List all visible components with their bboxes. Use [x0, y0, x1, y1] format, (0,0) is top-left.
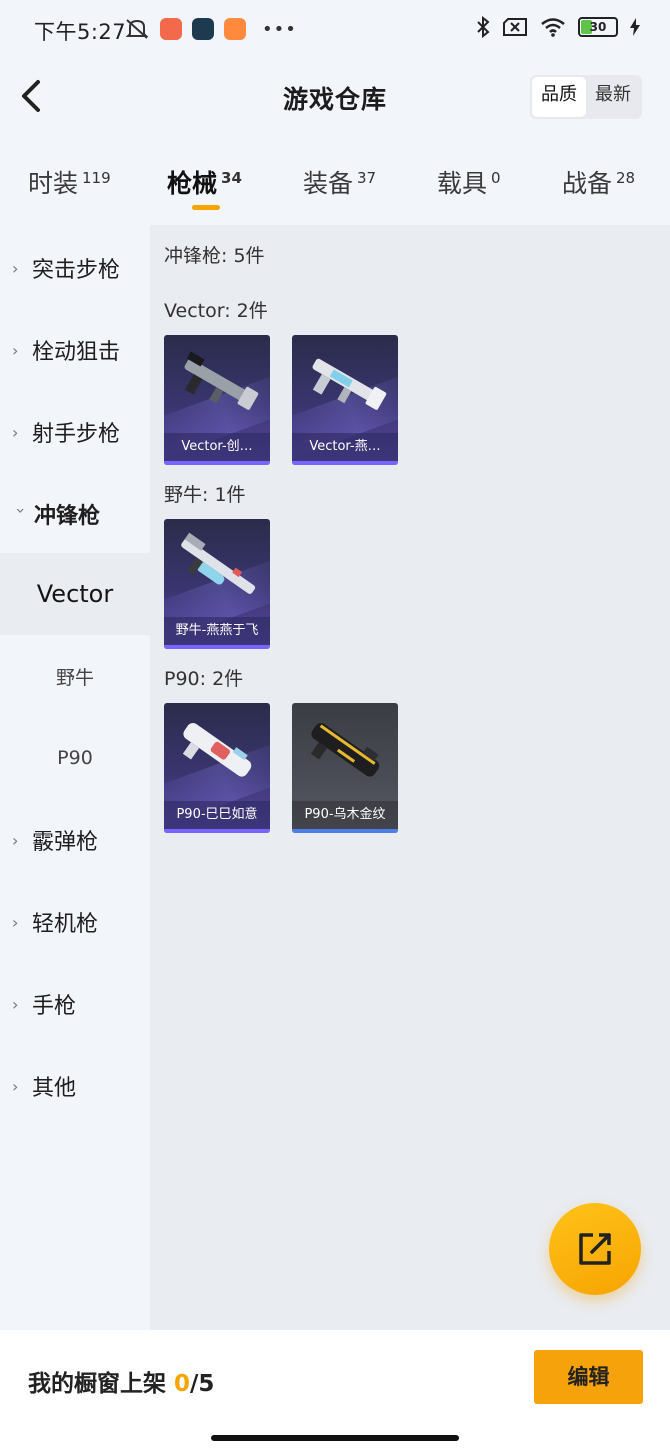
sim-off-icon	[503, 18, 527, 36]
item-name: Vector-创…	[164, 433, 270, 461]
mute-icon	[125, 19, 149, 39]
external-link-icon	[579, 1233, 611, 1265]
rarity-bar	[164, 829, 270, 833]
item-name: Vector-燕…	[292, 433, 398, 461]
sidebar-item-label: 野牛	[55, 666, 94, 689]
sidebar-item-label: 其他	[32, 1076, 77, 1101]
weapon-image	[181, 532, 256, 594]
showcase-total-count: /5	[190, 1371, 215, 1397]
status-bar: 下午5:27 ••• 30	[0, 0, 670, 60]
home-indicator[interactable]	[211, 1435, 459, 1441]
sort-quality-option[interactable]: 品质	[532, 77, 586, 117]
sidebar-item-shotgun[interactable]: › 霰弹枪	[0, 799, 150, 881]
charging-icon	[630, 18, 640, 36]
chevron-right-icon: ›	[12, 422, 19, 442]
tab-label: 时装	[28, 169, 79, 198]
item-card[interactable]: Vector-燕…	[292, 335, 398, 465]
sidebar-item-pistol[interactable]: › 手枪	[0, 963, 150, 1045]
bluetooth-icon	[477, 16, 490, 38]
sidebar-item-other[interactable]: › 其他	[0, 1045, 150, 1127]
chevron-down-icon: ›	[11, 507, 31, 514]
app-red-icon	[160, 18, 182, 40]
showcase-footer: 我的橱窗上架 0/5 编辑	[0, 1330, 670, 1452]
sidebar-item-marksman-rifle[interactable]: › 射手步枪	[0, 391, 150, 473]
item-grid-panel: 冲锋枪: 5件 Vector: 2件 Vector-创… Vector-燕… 野…	[150, 225, 670, 1330]
chevron-right-icon: ›	[12, 1076, 19, 1096]
active-tab-indicator	[192, 205, 220, 210]
weapon-image	[184, 351, 259, 410]
group-title-vector: Vector: 2件	[164, 300, 268, 322]
sort-toggle: 品质 最新	[530, 75, 642, 119]
rarity-bar	[292, 461, 398, 465]
sidebar-item-label: 射手步枪	[32, 422, 121, 447]
weapon-type-sidebar: › 突击步枪 › 栓动狙击 › 射手步枪 › 冲锋枪 Vector 野牛 P90…	[0, 225, 150, 1330]
weapon-image	[182, 722, 252, 777]
item-card[interactable]: 野牛-燕燕于飞	[164, 519, 270, 649]
tab-firearms[interactable]: 枪械 34	[167, 164, 242, 200]
sidebar-item-smg[interactable]: › 冲锋枪	[0, 473, 150, 555]
tab-count: 34	[221, 168, 242, 187]
sidebar-item-bolt-sniper[interactable]: › 栓动狙击	[0, 309, 150, 391]
wifi-icon	[541, 18, 565, 37]
chevron-right-icon: ›	[12, 340, 19, 360]
battery-icon: 30	[578, 17, 618, 37]
sort-newest-option[interactable]: 最新	[586, 77, 640, 117]
tab-supplies[interactable]: 战备 28	[562, 164, 635, 200]
sidebar-item-label: 冲锋枪	[34, 504, 101, 529]
tab-count: 0	[491, 168, 501, 187]
showcase-label: 我的橱窗上架	[28, 1371, 166, 1397]
sidebar-subitem-vector[interactable]: Vector	[0, 553, 150, 635]
item-card[interactable]: P90-巳巳如意	[164, 703, 270, 833]
tab-label: 载具	[437, 169, 488, 198]
item-card[interactable]: P90-乌木金纹	[292, 703, 398, 833]
sidebar-subitem-bizon[interactable]: 野牛	[0, 635, 150, 717]
sidebar-item-label: 突击步枪	[32, 258, 121, 283]
rarity-bar	[164, 645, 270, 649]
item-name: 野牛-燕燕于飞	[164, 617, 270, 645]
tab-fashion[interactable]: 时装 119	[28, 164, 111, 200]
edit-button[interactable]: 编辑	[534, 1350, 643, 1404]
item-name: P90-乌木金纹	[292, 801, 398, 829]
category-title: 冲锋枪: 5件	[164, 245, 265, 267]
group-title-p90: P90: 2件	[164, 668, 244, 690]
showcase-current-count: 0	[174, 1371, 191, 1397]
sidebar-item-label: 栓动狙击	[32, 340, 121, 365]
sidebar-item-label: P90	[57, 747, 93, 769]
item-name: P90-巳巳如意	[164, 801, 270, 829]
sidebar-item-label: 轻机枪	[32, 912, 99, 937]
weapon-image	[312, 358, 387, 410]
sidebar-item-label: 手枪	[32, 994, 77, 1019]
status-time: 下午5:27	[34, 20, 127, 44]
more-dots-icon: •••	[262, 18, 297, 40]
sidebar-item-lmg[interactable]: › 轻机枪	[0, 881, 150, 963]
sidebar-item-label: Vector	[36, 580, 114, 608]
sidebar-subitem-p90[interactable]: P90	[0, 717, 150, 799]
sidebar-item-label: 霰弹枪	[32, 830, 99, 855]
sidebar-item-assault-rifle[interactable]: › 突击步枪	[0, 227, 150, 309]
tab-count: 119	[82, 168, 111, 187]
tab-equipment[interactable]: 装备 37	[303, 164, 376, 200]
app-orange-icon	[224, 18, 246, 40]
weapon-image	[310, 722, 380, 777]
rarity-bar	[292, 829, 398, 833]
tab-label: 枪械	[167, 169, 218, 198]
header: 游戏仓库 品质 最新	[0, 60, 670, 135]
chevron-right-icon: ›	[12, 994, 19, 1014]
chevron-right-icon: ›	[12, 830, 19, 850]
group-title-bizon: 野牛: 1件	[164, 484, 246, 506]
rarity-bar	[164, 461, 270, 465]
tab-vehicles[interactable]: 载具 0	[437, 164, 501, 200]
chevron-right-icon: ›	[12, 258, 19, 278]
tab-count: 28	[616, 168, 636, 187]
showcase-status: 我的橱窗上架 0/5	[28, 1364, 214, 1398]
share-fab-button[interactable]	[549, 1203, 641, 1295]
category-tabs: 时装 119 枪械 34 装备 37 载具 0 战备 28	[0, 150, 670, 220]
tab-label: 战备	[562, 169, 613, 198]
app-game-icon	[192, 18, 214, 40]
item-card[interactable]: Vector-创…	[164, 335, 270, 465]
tab-label: 装备	[303, 169, 354, 198]
chevron-right-icon: ›	[12, 912, 19, 932]
tab-count: 37	[357, 168, 377, 187]
